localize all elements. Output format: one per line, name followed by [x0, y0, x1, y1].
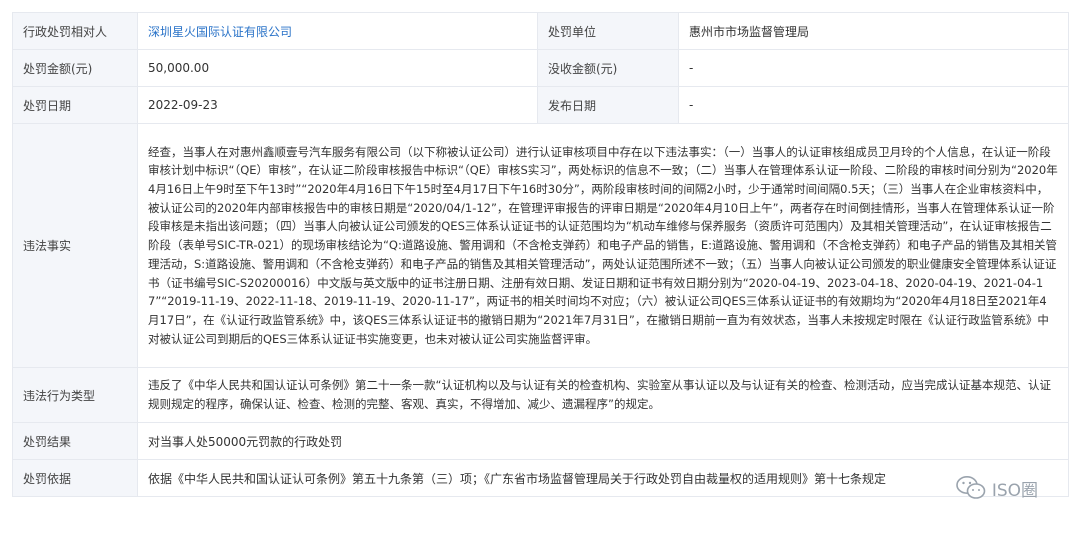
unit-value: 惠州市市场监督管理局 [678, 12, 1069, 50]
table-row: 处罚金额(元) 50,000.00 没收金额(元) - [12, 49, 1069, 87]
violation-type-label: 违法行为类型 [12, 367, 138, 423]
result-label: 处罚结果 [12, 422, 138, 460]
amount-label: 处罚金额(元) [12, 49, 138, 87]
table-row: 行政处罚相对人 深圳星火国际认证有限公司 处罚单位 惠州市市场监督管理局 [12, 12, 1069, 50]
iso-circle-watermark-logo: ISO圈 [956, 472, 1038, 504]
date-label: 处罚日期 [12, 86, 138, 124]
basis-label: 处罚依据 [12, 459, 138, 497]
confiscate-value: - [678, 49, 1069, 87]
confiscate-label: 没收金额(元) [537, 49, 679, 87]
wechat-icon [956, 475, 986, 501]
facts-value: 经查，当事人在对惠州鑫顺壹号汽车服务有限公司（以下称被认证公司）进行认证审核项目… [137, 123, 1069, 368]
table-row: 处罚依据 依据《中华人民共和国认证认可条例》第五十九条第（三）项；《广东省市场监… [12, 459, 1069, 497]
amount-value: 50,000.00 [137, 49, 538, 87]
penalty-info-table: 行政处罚相对人 深圳星火国际认证有限公司 处罚单位 惠州市市场监督管理局 处罚金… [12, 12, 1069, 497]
basis-value: 依据《中华人民共和国认证认可条例》第五十九条第（三）项；《广东省市场监督管理局关… [137, 459, 1069, 497]
facts-label: 违法事实 [12, 123, 138, 368]
date-value: 2022-09-23 [137, 86, 538, 124]
table-row: 违法事实 经查，当事人在对惠州鑫顺壹号汽车服务有限公司（以下称被认证公司）进行认… [12, 123, 1069, 368]
publish-label: 发布日期 [537, 86, 679, 124]
table-row: 处罚结果 对当事人处50000元罚款的行政处罚 [12, 422, 1069, 460]
unit-label: 处罚单位 [537, 12, 679, 50]
violation-type-value: 违反了《中华人民共和国认证认可条例》第二十一条一款“认证机构以及与认证有关的检查… [137, 367, 1069, 423]
table-row: 处罚日期 2022-09-23 发布日期 - [12, 86, 1069, 124]
party-company-link[interactable]: 深圳星火国际认证有限公司 [137, 12, 538, 50]
table-row: 违法行为类型 违反了《中华人民共和国认证认可条例》第二十一条一款“认证机构以及与… [12, 367, 1069, 423]
publish-value: - [678, 86, 1069, 124]
logo-text: ISO圈 [991, 480, 1038, 501]
result-value: 对当事人处50000元罚款的行政处罚 [137, 422, 1069, 460]
party-label: 行政处罚相对人 [12, 12, 138, 50]
